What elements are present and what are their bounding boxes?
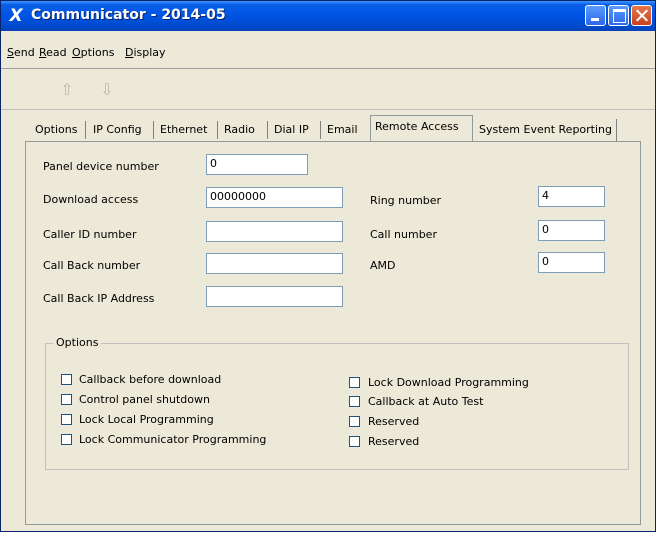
tab-ip-config[interactable]: IP Config bbox=[89, 119, 146, 141]
menu-bar: Send Read Options Display bbox=[1, 31, 655, 69]
tab-divider bbox=[85, 121, 86, 139]
tab-options[interactable]: Options bbox=[31, 119, 81, 141]
caller-id-number-label: Caller ID number bbox=[43, 228, 137, 241]
amd-field[interactable]: 0 bbox=[538, 252, 605, 273]
tab-email[interactable]: Email bbox=[323, 119, 362, 141]
tab-bar: Options IP Config Ethernet Radio Dial IP… bbox=[1, 115, 655, 141]
app-x-icon: X bbox=[9, 6, 23, 26]
tab-divider bbox=[267, 121, 268, 139]
reserved-checkbox-2[interactable] bbox=[349, 436, 360, 447]
call-back-ip-field[interactable] bbox=[206, 286, 343, 307]
amd-label: AMD bbox=[370, 259, 396, 272]
download-icon[interactable]: ⇩ bbox=[97, 79, 117, 101]
options-groupbox-title: Options bbox=[53, 336, 102, 349]
callback-before-download-checkbox[interactable] bbox=[61, 374, 72, 385]
reserved-label-2: Reserved bbox=[368, 435, 420, 448]
toolbar: ⇧ ⇩ bbox=[1, 69, 655, 110]
lock-download-programming-label: Lock Download Programming bbox=[368, 376, 529, 389]
download-access-field[interactable]: 00000000 bbox=[206, 187, 343, 208]
panel-device-number-label: Panel device number bbox=[43, 160, 159, 173]
tab-ethernet[interactable]: Ethernet bbox=[156, 119, 211, 141]
upload-icon[interactable]: ⇧ bbox=[57, 79, 77, 101]
call-back-ip-label: Call Back IP Address bbox=[43, 292, 155, 305]
tab-dial-ip[interactable]: Dial IP bbox=[270, 119, 313, 141]
tab-divider bbox=[153, 121, 154, 139]
reserved-label-1: Reserved bbox=[368, 415, 420, 428]
call-back-number-label: Call Back number bbox=[43, 259, 141, 272]
menu-send[interactable]: Send bbox=[7, 46, 35, 59]
lock-download-programming-checkbox[interactable] bbox=[349, 377, 360, 388]
call-back-number-field[interactable] bbox=[206, 253, 343, 274]
maximize-button[interactable] bbox=[608, 5, 629, 26]
tab-system-event-reporting[interactable]: System Event Reporting bbox=[475, 119, 617, 141]
menu-display[interactable]: Display bbox=[125, 46, 166, 59]
title-bar[interactable]: X Communicator - 2014-05 bbox=[1, 1, 655, 31]
control-panel-shutdown-checkbox[interactable] bbox=[61, 394, 72, 405]
window-title: Communicator - 2014-05 bbox=[31, 7, 226, 23]
ring-number-label: Ring number bbox=[370, 194, 442, 207]
close-button[interactable] bbox=[631, 5, 652, 26]
reserved-checkbox-1[interactable] bbox=[349, 416, 360, 427]
options-groupbox bbox=[45, 343, 629, 470]
communicator-window: X Communicator - 2014-05 Send Read Optio… bbox=[0, 0, 656, 532]
tab-divider bbox=[217, 121, 218, 139]
menu-read[interactable]: Read bbox=[39, 46, 67, 59]
lock-local-programming-checkbox[interactable] bbox=[61, 414, 72, 425]
ring-number-field[interactable]: 4 bbox=[538, 186, 605, 207]
download-access-label: Download access bbox=[43, 193, 139, 206]
tab-divider bbox=[320, 121, 321, 139]
callback-at-auto-test-label: Callback at Auto Test bbox=[368, 395, 484, 408]
control-panel-shutdown-label: Control panel shutdown bbox=[79, 393, 210, 406]
callback-at-auto-test-checkbox[interactable] bbox=[349, 396, 360, 407]
call-number-field[interactable]: 0 bbox=[538, 220, 605, 241]
caller-id-number-field[interactable] bbox=[206, 221, 343, 242]
lock-communicator-programming-checkbox[interactable] bbox=[61, 434, 72, 445]
callback-before-download-label: Callback before download bbox=[79, 373, 222, 386]
tab-remote-access[interactable]: Remote Access bbox=[370, 115, 473, 141]
minimize-button[interactable] bbox=[585, 5, 606, 26]
call-number-label: Call number bbox=[370, 228, 437, 241]
lock-local-programming-label: Lock Local Programming bbox=[79, 413, 214, 426]
menu-options[interactable]: Options bbox=[72, 46, 114, 59]
panel-device-number-field[interactable]: 0 bbox=[206, 154, 308, 175]
tab-radio[interactable]: Radio bbox=[220, 119, 259, 141]
lock-communicator-programming-label: Lock Communicator Programming bbox=[79, 433, 267, 446]
